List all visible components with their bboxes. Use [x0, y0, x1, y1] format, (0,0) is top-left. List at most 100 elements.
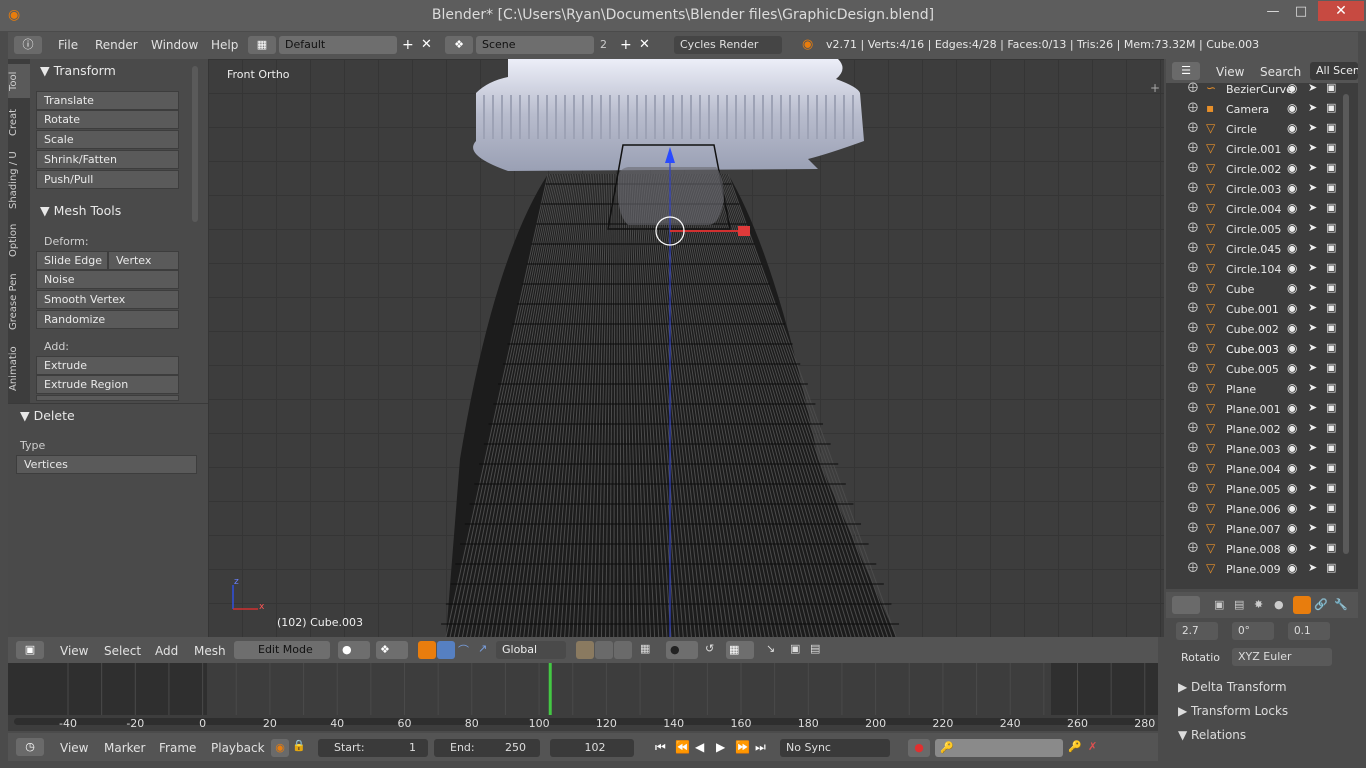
delete-panel-header[interactable]: ▼ Delete: [20, 408, 75, 423]
snap-element-dropdown[interactable]: ▦: [726, 641, 754, 659]
visibility-eye-icon[interactable]: ◉: [1287, 181, 1297, 195]
renderability-camera-icon[interactable]: ▣: [1326, 521, 1336, 534]
renderability-camera-icon[interactable]: ▣: [1326, 301, 1336, 314]
outliner-display-mode[interactable]: All Scenes: [1310, 62, 1358, 80]
renderability-camera-icon[interactable]: ▣: [1326, 81, 1336, 94]
outliner-item-name[interactable]: Plane.008: [1226, 543, 1281, 556]
outliner-item-name[interactable]: Circle.104: [1226, 263, 1281, 276]
visibility-eye-icon[interactable]: ◉: [1287, 221, 1297, 235]
expand-icon[interactable]: ⨁: [1188, 322, 1198, 333]
location-x-field[interactable]: 2.7: [1176, 622, 1218, 640]
outliner-item-name[interactable]: Circle.005: [1226, 223, 1281, 236]
selectability-cursor-icon[interactable]: ➤: [1308, 321, 1317, 334]
timeline-editor-icon[interactable]: ◷: [16, 738, 44, 756]
renderability-camera-icon[interactable]: ▣: [1326, 281, 1336, 294]
visibility-eye-icon[interactable]: ◉: [1287, 461, 1297, 475]
scale-z-field[interactable]: 0.1: [1288, 622, 1330, 640]
expand-icon[interactable]: ⨁: [1188, 502, 1198, 513]
expand-icon[interactable]: ⨁: [1188, 342, 1198, 353]
timeline-menu-view[interactable]: View: [60, 741, 88, 755]
renderability-camera-icon[interactable]: ▣: [1326, 361, 1336, 374]
scene-icon[interactable]: ❖: [445, 36, 473, 54]
renderability-camera-icon[interactable]: ▣: [1326, 141, 1336, 154]
mesh-tools-panel-header[interactable]: ▼ Mesh Tools: [40, 203, 121, 218]
face-select-mode-icon[interactable]: [614, 641, 632, 659]
tool-shelf-scrollbar[interactable]: [192, 66, 198, 222]
renderability-camera-icon[interactable]: ▣: [1326, 321, 1336, 334]
tab-animation[interactable]: Animatio: [8, 342, 30, 396]
scene-field[interactable]: Scene: [476, 36, 594, 54]
properties-toggle-icon[interactable]: +: [1150, 81, 1160, 95]
end-frame-field[interactable]: End: 250: [434, 739, 540, 757]
outliner-row[interactable]: ⨁ ▪ Camera ◉ ➤ ▣: [1168, 99, 1343, 119]
selectability-cursor-icon[interactable]: ➤: [1308, 541, 1317, 554]
object-context-icon[interactable]: [1293, 596, 1311, 614]
delta-transform-panel[interactable]: ▶ Delta Transform: [1178, 680, 1287, 694]
outliner-menu-view[interactable]: View: [1216, 65, 1244, 79]
transform-panel-header[interactable]: ▼ Transform: [40, 63, 116, 78]
preview-range-icon[interactable]: ◉: [271, 739, 289, 757]
renderability-camera-icon[interactable]: ▣: [1326, 461, 1336, 474]
render-engine-dropdown[interactable]: Cycles Render: [674, 36, 782, 54]
outliner-row[interactable]: ⨁ ▽ Cube ◉ ➤ ▣: [1168, 279, 1343, 299]
mode-dropdown[interactable]: Edit Mode: [234, 641, 330, 659]
tab-shading-uvs[interactable]: Shading / U: [8, 146, 30, 214]
manipulator-toggle-icon[interactable]: [418, 641, 436, 659]
outliner-row[interactable]: ⨁ ▽ Circle.045 ◉ ➤ ▣: [1168, 239, 1343, 259]
delete-type-dropdown[interactable]: Vertices: [16, 455, 197, 474]
selectability-cursor-icon[interactable]: ➤: [1308, 301, 1317, 314]
rotate-button[interactable]: Rotate: [36, 110, 179, 129]
selectability-cursor-icon[interactable]: ➤: [1308, 81, 1317, 94]
renderability-camera-icon[interactable]: ▣: [1326, 561, 1336, 574]
snap-toggle-icon[interactable]: ↺: [705, 642, 714, 655]
visibility-eye-icon[interactable]: ◉: [1287, 441, 1297, 455]
expand-icon[interactable]: ⨁: [1188, 402, 1198, 413]
layers-context-icon[interactable]: ▤: [1234, 598, 1244, 611]
scale-manipulator-icon[interactable]: ↗: [478, 642, 487, 655]
renderability-camera-icon[interactable]: ▣: [1326, 341, 1336, 354]
timeline[interactable]: [8, 663, 1158, 731]
visibility-eye-icon[interactable]: ◉: [1287, 541, 1297, 555]
jump-start-icon[interactable]: ⏮: [655, 740, 666, 755]
outliner-item-name[interactable]: Circle.045: [1226, 243, 1281, 256]
selectability-cursor-icon[interactable]: ➤: [1308, 401, 1317, 414]
relations-panel[interactable]: ▼ Relations: [1178, 728, 1246, 742]
renderability-camera-icon[interactable]: ▣: [1326, 541, 1336, 554]
renderability-camera-icon[interactable]: ▣: [1326, 481, 1336, 494]
visibility-eye-icon[interactable]: ◉: [1287, 261, 1297, 275]
outliner-row[interactable]: ⨁ ▽ Cube.002 ◉ ➤ ▣: [1168, 319, 1343, 339]
expand-icon[interactable]: ⨁: [1188, 242, 1198, 253]
expand-icon[interactable]: ⨁: [1188, 442, 1198, 453]
shrink-fatten-button[interactable]: Shrink/Fatten: [36, 150, 179, 169]
expand-icon[interactable]: ⨁: [1188, 542, 1198, 553]
remove-layout-icon[interactable]: ✕: [421, 37, 432, 52]
outliner-row[interactable]: ⨁ ▽ Cube.001 ◉ ➤ ▣: [1168, 299, 1343, 319]
expand-icon[interactable]: ⨁: [1188, 482, 1198, 493]
outliner-item-name[interactable]: Plane.009: [1226, 563, 1281, 576]
pivot-dropdown[interactable]: ❖: [376, 641, 408, 659]
minimize-button[interactable]: —: [1259, 3, 1287, 21]
outliner-row[interactable]: ⨁ ▽ Plane.006 ◉ ➤ ▣: [1168, 499, 1343, 519]
expand-icon[interactable]: ⨁: [1188, 282, 1198, 293]
modifiers-context-icon[interactable]: 🔧: [1334, 598, 1348, 611]
outliner-item-name[interactable]: Plane.005: [1226, 483, 1281, 496]
outliner-item-name[interactable]: Plane.002: [1226, 423, 1281, 436]
outliner-row[interactable]: ⨁ ▽ Plane.001 ◉ ➤ ▣: [1168, 399, 1343, 419]
render-preview-icon[interactable]: ▣: [790, 642, 800, 655]
expand-icon[interactable]: ⨁: [1188, 162, 1198, 173]
selectability-cursor-icon[interactable]: ➤: [1308, 561, 1317, 574]
screen-layout-icon[interactable]: ▦: [248, 36, 276, 54]
visibility-eye-icon[interactable]: ◉: [1287, 381, 1297, 395]
expand-icon[interactable]: ⨁: [1188, 82, 1198, 93]
randomize-button[interactable]: Randomize: [36, 310, 179, 329]
outliner-item-name[interactable]: Circle.001: [1226, 143, 1281, 156]
visibility-eye-icon[interactable]: ◉: [1287, 401, 1297, 415]
selectability-cursor-icon[interactable]: ➤: [1308, 481, 1317, 494]
world-context-icon[interactable]: ●: [1274, 598, 1284, 611]
3d-menu-select[interactable]: Select: [104, 644, 141, 658]
renderability-camera-icon[interactable]: ▣: [1326, 181, 1336, 194]
3d-menu-mesh[interactable]: Mesh: [194, 644, 226, 658]
expand-icon[interactable]: ⨁: [1188, 142, 1198, 153]
outliner-row[interactable]: ⨁ ▽ Plane.008 ◉ ➤ ▣: [1168, 539, 1343, 559]
visibility-eye-icon[interactable]: ◉: [1287, 201, 1297, 215]
